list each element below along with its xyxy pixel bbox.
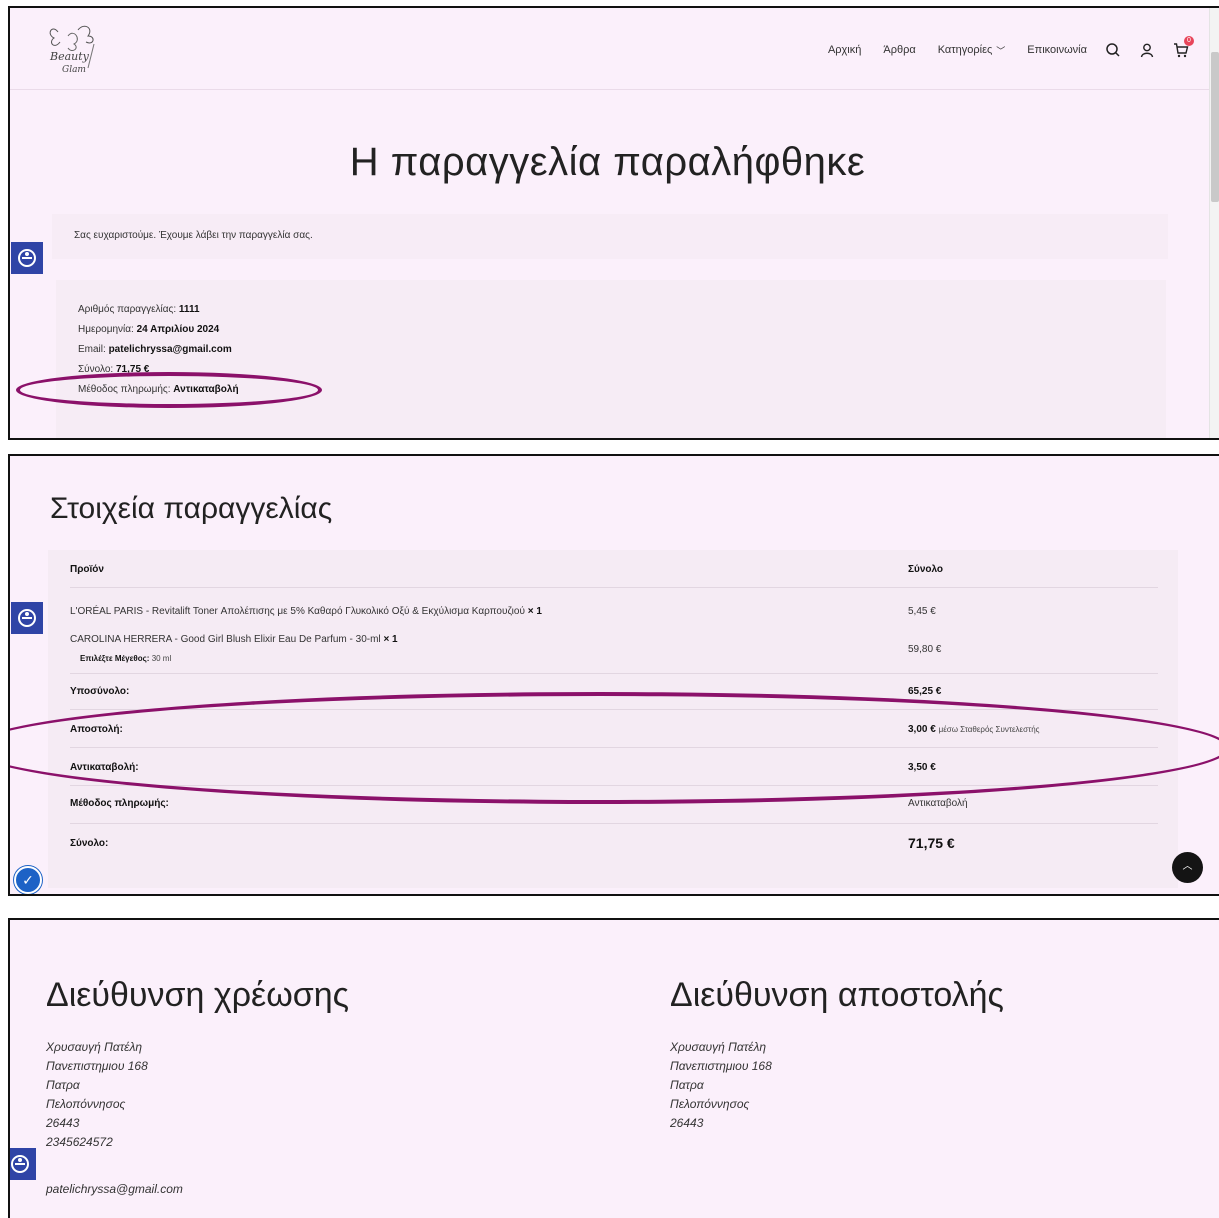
- accessibility-icon: [18, 609, 36, 627]
- order-overview: Αριθμός παραγγελίας: 1111 Ημερομηνία: 24…: [56, 280, 1166, 438]
- nav-home[interactable]: Αρχική: [828, 44, 861, 56]
- order-details-title: Στοιχεία παραγγελίας: [50, 492, 333, 525]
- nav-articles[interactable]: Άρθρα: [883, 44, 915, 56]
- highlight-ring-fees: [10, 692, 1219, 804]
- product-link[interactable]: L'ORÉAL PARIS - Revitalift Toner Απολέπι…: [70, 606, 525, 617]
- nav-categories[interactable]: Κατηγορίες ﹀: [938, 44, 1006, 57]
- accessibility-button[interactable]: [10, 1148, 36, 1180]
- svg-text:Glam: Glam: [62, 65, 86, 75]
- product-link[interactable]: CAROLINA HERRERA - Good Girl Blush Elixi…: [70, 634, 381, 645]
- cookie-settings-icon: ✓: [22, 872, 34, 888]
- user-icon[interactable]: [1139, 42, 1155, 58]
- billing-address: Χρυσαυγή Πατέλη Πανεπιστημιου 168 Πατρα …: [46, 1038, 183, 1199]
- svg-text:Beauty: Beauty: [49, 50, 90, 63]
- order-number: Αριθμός παραγγελίας: 1111: [78, 304, 200, 315]
- site-header: Beauty Glam Αρχική Άρθρα Κατηγορίες ﹀ Επι…: [10, 8, 1219, 90]
- main-nav: Αρχική Άρθρα Κατηγορίες ﹀ Επικοινωνία 0: [806, 36, 1194, 58]
- cart-icon[interactable]: 0: [1173, 36, 1194, 58]
- scroll-to-top-button[interactable]: ︿: [1172, 852, 1203, 883]
- table-row: L'ORÉAL PARIS - Revitalift Toner Απολέπι…: [70, 606, 936, 617]
- accessibility-button[interactable]: [11, 242, 43, 274]
- scrollbar-thumb[interactable]: [1211, 52, 1219, 202]
- accessibility-icon: [11, 1155, 29, 1173]
- item-meta: Επιλέξτε Μέγεθος: 30 ml: [80, 654, 172, 663]
- billing-address-title: Διεύθυνση χρέωσης: [46, 976, 350, 1014]
- table-header: Προϊόν Σύνολο: [70, 564, 1158, 588]
- chevron-down-icon: ﹀: [996, 45, 1006, 56]
- order-date: Ημερομηνία: 24 Απριλίου 2024: [78, 324, 220, 335]
- billing-email: patelichryssa@gmail.com: [46, 1182, 183, 1196]
- thank-you-notice: Σας ευχαριστούμε. Έχουμε λάβει την παραγ…: [52, 214, 1168, 259]
- accessibility-button[interactable]: [11, 602, 43, 634]
- chevron-up-icon: ︿: [1182, 861, 1193, 872]
- nav-contact[interactable]: Επικοινωνία: [1027, 44, 1087, 56]
- addresses-panel: Διεύθυνση χρέωσης Χρυσαυγή Πατέλη Πανεπι…: [8, 918, 1219, 1218]
- page-title: Η παραγγελία παραλήφθηκε: [349, 140, 866, 184]
- order-details-panel: Στοιχεία παραγγελίας Προϊόν Σύνολο L'ORÉ…: [8, 454, 1219, 896]
- cart-count-badge: 0: [1184, 36, 1194, 46]
- order-received-panel: Beauty Glam Αρχική Άρθρα Κατηγορίες ﹀ Επι…: [8, 6, 1219, 440]
- beauty-logo[interactable]: Beauty Glam: [44, 22, 106, 80]
- grand-total-row: Σύνολο: 71,75 €: [70, 835, 955, 851]
- page-scrollbar[interactable]: [1209, 8, 1219, 438]
- order-email: Email: patelichryssa@gmail.com: [78, 344, 232, 355]
- cookie-settings-button[interactable]: ✓: [14, 866, 42, 894]
- shipping-address-title: Διεύθυνση αποστολής: [670, 976, 1004, 1014]
- table-row: CAROLINA HERRERA - Good Girl Blush Elixi…: [70, 634, 1158, 674]
- shipping-address: Χρυσαυγή Πατέλη Πανεπιστημιου 168 Πατρα …: [670, 1040, 772, 1130]
- accessibility-icon: [18, 249, 36, 267]
- highlight-ring-payment: [16, 372, 322, 408]
- search-icon[interactable]: [1105, 42, 1121, 58]
